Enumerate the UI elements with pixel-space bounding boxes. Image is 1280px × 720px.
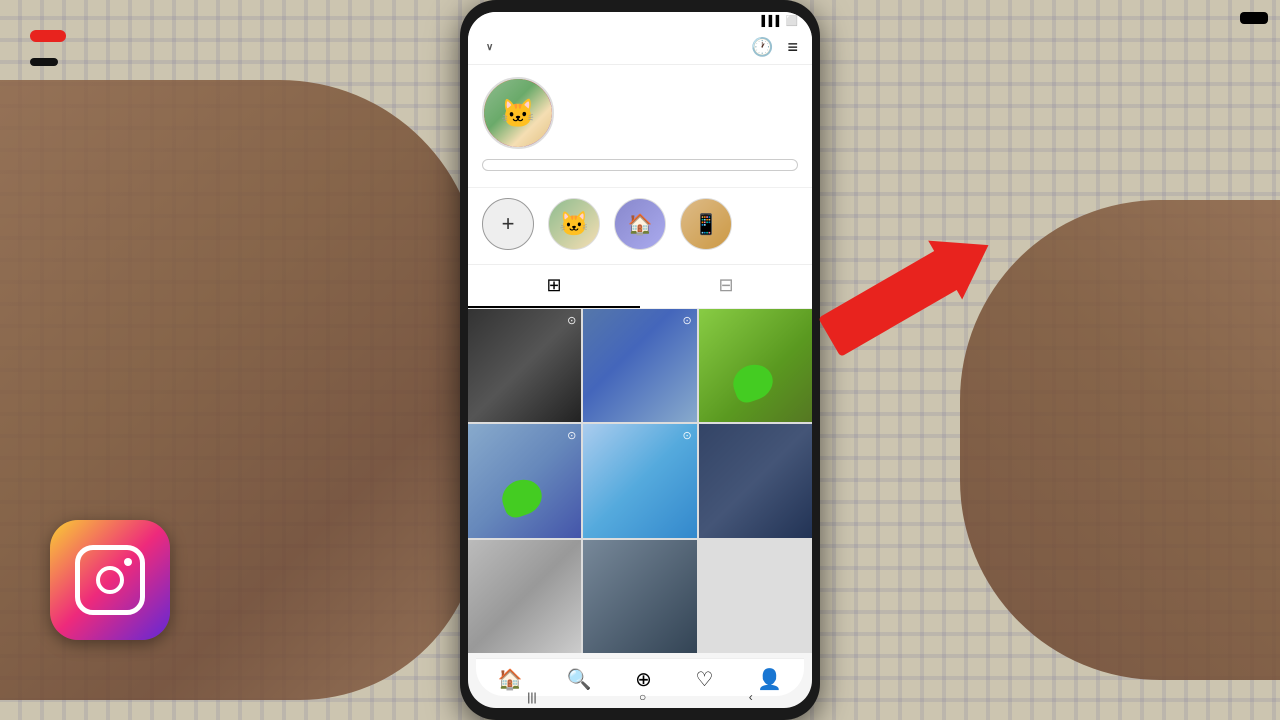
title-overlay <box>30 30 66 71</box>
profile-top: 🐱 <box>482 77 798 149</box>
title-highlight-box <box>30 58 58 66</box>
table-row[interactable]: ⊙ <box>468 424 581 537</box>
android-home[interactable]: ○ <box>639 690 646 704</box>
table-row[interactable]: ⊙ <box>583 309 696 422</box>
table-row[interactable] <box>468 540 581 653</box>
android-back[interactable]: ‹ <box>749 690 753 704</box>
instagram-logo <box>50 520 170 640</box>
highlight-iphone[interactable]: 📱 <box>680 198 732 254</box>
ig-logo-dot <box>124 558 132 566</box>
ig-header-icons: 🕐 ≡ <box>751 37 798 58</box>
ig-username-row[interactable]: ∨ <box>482 42 493 53</box>
green-blob-1 <box>728 359 778 406</box>
table-row[interactable] <box>699 424 812 537</box>
post-icon-1: ⊙ <box>567 314 576 327</box>
android-nav: ||| ○ ‹ <box>476 688 804 706</box>
highlight-circle-add[interactable]: + <box>482 198 534 250</box>
title-delete-box <box>30 30 66 42</box>
post-icon-2: ⊙ <box>682 314 691 327</box>
ig-logo-circle <box>96 566 124 594</box>
ig-logo-inner <box>50 520 170 640</box>
highlight-circle-cat[interactable]: 🐱 <box>548 198 600 250</box>
post-icon-4: ⊙ <box>567 429 576 442</box>
table-row[interactable] <box>583 540 696 653</box>
green-blob-2 <box>497 474 547 521</box>
status-bar: ▌▌▌ ⬜ <box>468 12 812 29</box>
posts-grid: ⊙ ⊙ ⊙ ⊙ <box>468 309 812 653</box>
ig-logo-icon <box>75 545 145 615</box>
ig-header: ∨ 🕐 ≡ <box>468 29 812 65</box>
tab-list[interactable]: ⊟ <box>640 265 812 308</box>
avatar[interactable]: 🐱 <box>482 77 554 149</box>
table-row[interactable]: ⊙ <box>583 424 696 537</box>
avatar-image: 🐱 <box>484 79 552 147</box>
status-signal: ▌▌▌ ⬜ <box>762 16 798 27</box>
highlights-row: + 🐱 🏠 📱 <box>468 187 812 264</box>
post-icon-5: ⊙ <box>682 429 691 442</box>
hand-right <box>960 200 1280 680</box>
branding-box <box>1240 12 1268 24</box>
highlight-new2[interactable]: 🏠 <box>614 198 666 254</box>
highlight-circle-phone[interactable]: 📱 <box>680 198 732 250</box>
table-row[interactable] <box>699 309 812 422</box>
highlight-new-add[interactable]: + <box>482 198 534 254</box>
profile-section: 🐱 <box>468 65 812 187</box>
edit-profile-button[interactable] <box>482 159 798 171</box>
highlight-highlights[interactable]: 🐱 <box>548 198 600 254</box>
table-row[interactable]: ⊙ <box>468 309 581 422</box>
menu-icon[interactable]: ≡ <box>787 37 798 58</box>
phone: ▌▌▌ ⬜ ∨ 🕐 ≡ 🐱 <box>460 0 820 720</box>
grid-tabs: ⊞ ⊟ <box>468 264 812 309</box>
phone-screen: ▌▌▌ ⬜ ∨ 🕐 ≡ 🐱 <box>468 12 812 708</box>
highlight-circle-window[interactable]: 🏠 <box>614 198 666 250</box>
chevron-down-icon: ∨ <box>486 42 493 53</box>
clock-icon[interactable]: 🕐 <box>751 37 773 58</box>
android-recent[interactable]: ||| <box>527 690 536 704</box>
tab-grid[interactable]: ⊞ <box>468 265 640 308</box>
